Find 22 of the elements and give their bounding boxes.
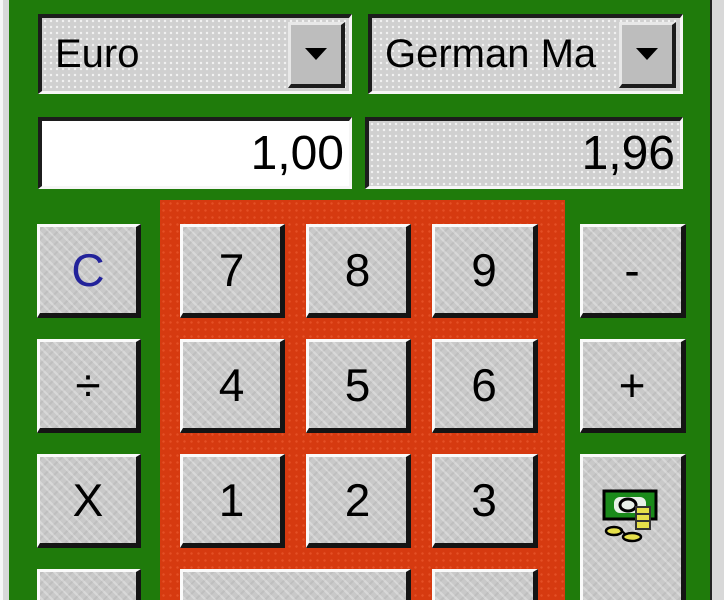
dropdown-arrow-button[interactable]	[288, 22, 345, 88]
calculator-key[interactable]: 5	[306, 339, 411, 433]
currency-dropdown[interactable]: Euro	[38, 14, 352, 94]
calculator-key[interactable]: 6	[432, 339, 538, 433]
calculator-key[interactable]: 4	[180, 339, 285, 433]
calculator-key[interactable]: -	[580, 224, 686, 318]
clear-key[interactable]: C	[37, 224, 141, 318]
calculator-key[interactable]: 2	[306, 454, 411, 548]
caret-icon	[305, 48, 327, 60]
caret-icon	[636, 48, 658, 60]
calculator-key[interactable]: 3	[432, 454, 538, 548]
amount-field[interactable]: 1,00	[38, 117, 352, 189]
calculator-key[interactable]: ÷	[37, 339, 141, 433]
calculator-key[interactable]: X	[37, 454, 141, 548]
calculator-key[interactable]: 9	[432, 224, 538, 318]
calculator-key[interactable]: +	[580, 339, 686, 433]
calculator-key[interactable]: 7	[180, 224, 285, 318]
calculator-key[interactable]: 8	[306, 224, 411, 318]
result-field: 1,96	[365, 117, 683, 189]
currency-dropdown[interactable]: German Ma	[368, 14, 683, 94]
calculator-key[interactable]: 1	[180, 454, 285, 548]
dropdown-arrow-button[interactable]	[619, 22, 676, 88]
